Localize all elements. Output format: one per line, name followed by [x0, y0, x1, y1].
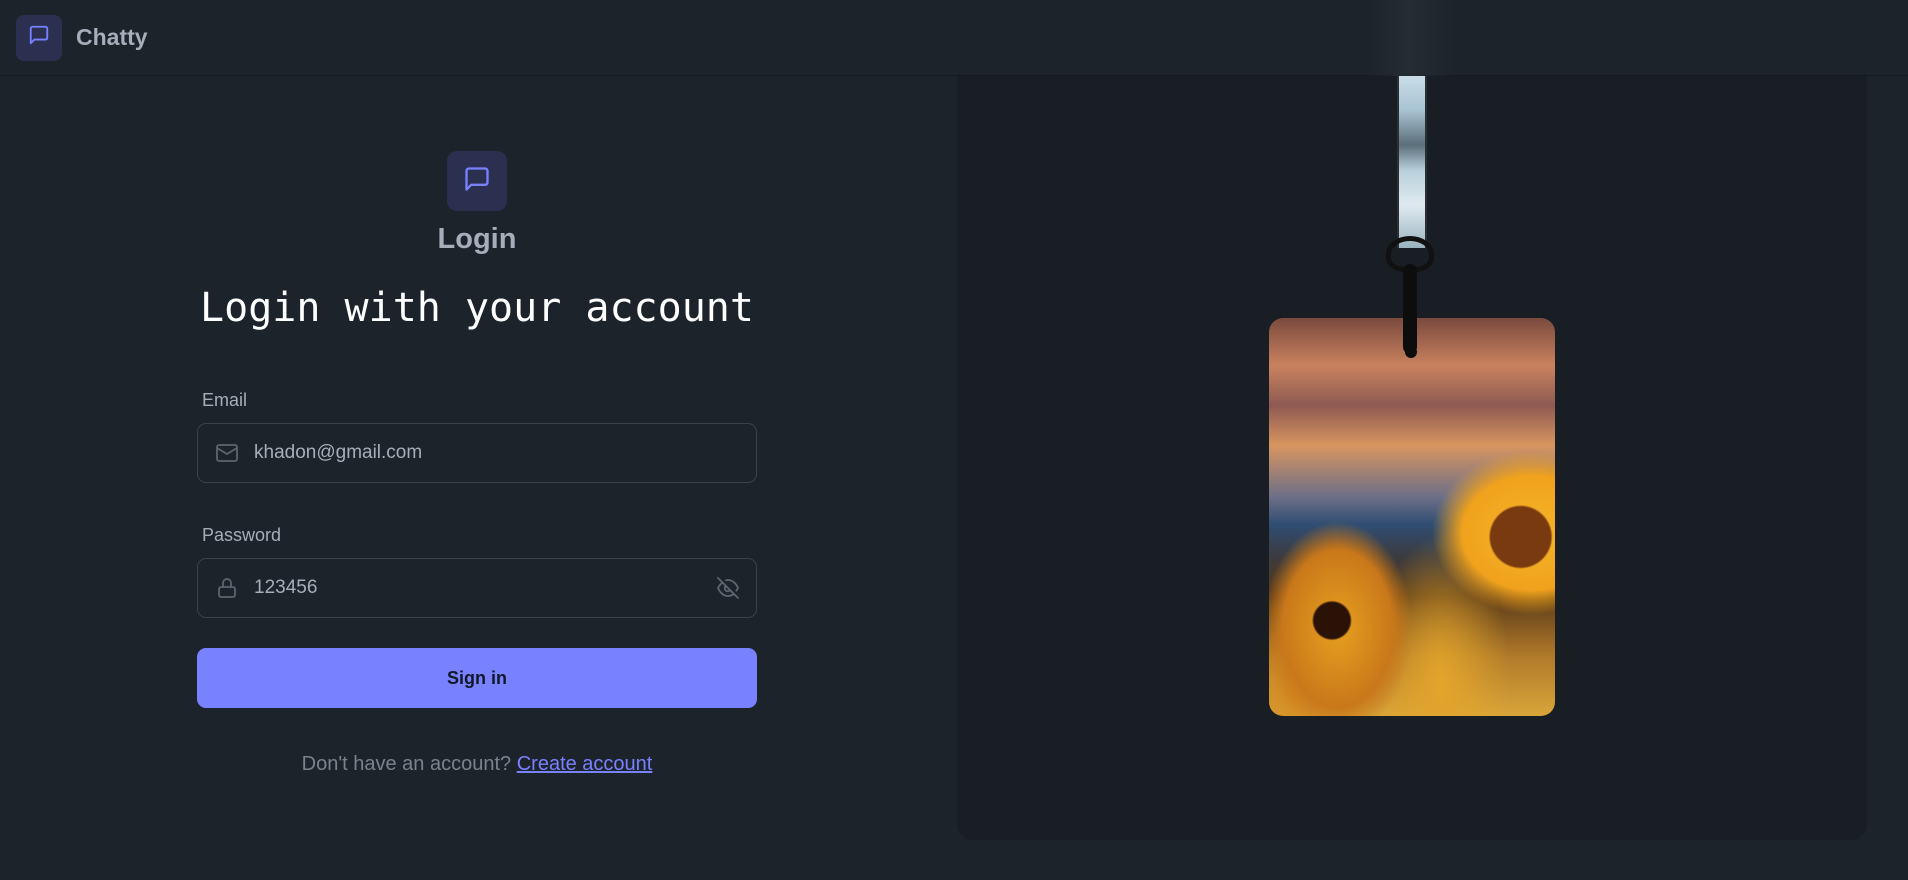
form-logo — [447, 151, 507, 211]
lock-icon — [214, 575, 240, 601]
sign-in-button[interactable]: Sign in — [197, 648, 757, 708]
page-title: Login — [437, 223, 517, 255]
mail-icon — [214, 440, 240, 466]
navbar: Chatty — [0, 0, 1908, 76]
lanyard-hook — [1403, 264, 1417, 354]
password-input[interactable] — [252, 576, 714, 600]
signup-prompt-text: Don't have an account? — [301, 753, 512, 775]
lanyard-strap[interactable] — [1397, 76, 1427, 248]
sunflower-card-image[interactable] — [1269, 318, 1555, 716]
app-title[interactable]: Chatty — [76, 24, 148, 51]
message-square-icon — [28, 24, 50, 51]
signup-prompt: Don't have an account? Create account — [0, 753, 954, 776]
email-field[interactable] — [197, 423, 757, 483]
email-input[interactable] — [252, 441, 756, 465]
email-label: Email — [202, 390, 248, 410]
create-account-link[interactable]: Create account — [517, 753, 653, 775]
lanyard-glow — [1365, 0, 1455, 76]
login-section: Login Login with your account Email Pass… — [0, 77, 956, 880]
app-logo-button[interactable] — [16, 14, 62, 61]
message-square-icon — [463, 165, 491, 198]
eye-off-icon[interactable] — [714, 574, 742, 602]
card-hole — [1405, 346, 1417, 358]
password-field[interactable] — [197, 558, 757, 618]
page-subtitle: Login with your account — [200, 285, 754, 331]
password-label: Password — [202, 525, 282, 545]
